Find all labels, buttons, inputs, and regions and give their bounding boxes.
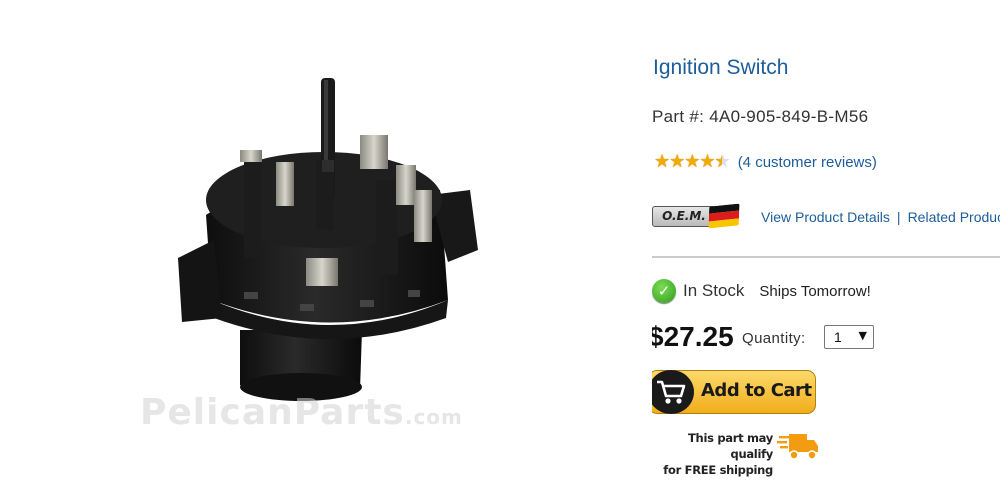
watermark-domain: .com [404,405,463,429]
part-number: Part #: 4A0-905-849-B-M56 [652,107,869,126]
divider [652,256,1000,258]
in-stock-label: In Stock [683,281,745,300]
free-shipping-text: This part may qualify for FREE shipping [657,430,773,478]
select-arrow-icon: ▼ [858,329,867,342]
quantity-label: Quantity: [742,330,806,347]
price: $27.25 [652,321,734,352]
link-separator: | [896,209,901,225]
product-links: View Product Details | Related Products [761,209,1000,225]
oem-label: O.E.M. [652,206,716,227]
product-title: Ignition Switch [653,56,789,79]
shipping-truck-icon [777,434,818,460]
related-products-link[interactable]: Related Products [908,209,1000,225]
add-to-cart-label: Add to Cart [701,380,812,401]
rating-row: ★★★★★ ★★★★★ (4 customer reviews) [654,152,877,172]
shopping-cart-icon [652,370,694,414]
watermark: PelicanParts.com [140,392,463,433]
view-product-details-link[interactable]: View Product Details [761,209,890,225]
oem-german-flag-icon [708,203,740,229]
free-shipping-line2: for FREE shipping [663,463,773,477]
quantity-select[interactable]: 1 ▼ [824,325,874,349]
product-image[interactable]: PelicanParts.com [0,0,610,491]
watermark-name: PelicanParts [140,392,405,433]
stock-status-row: ✓ In Stock Ships Tomorrow! [652,279,871,303]
oem-badge: O.E.M. [652,203,740,229]
add-to-cart-button[interactable]: Add to Cart [652,370,816,414]
free-shipping-line1: This part may qualify [688,431,773,461]
product-info-panel: Ignition Switch Part #: 4A0-905-849-B-M5… [652,0,1000,491]
quantity-value: 1 [834,329,842,345]
star-rating-icon: ★★★★★ ★★★★★ [654,151,731,172]
ships-tomorrow-label: Ships Tomorrow! [759,282,871,300]
in-stock-check-icon: ✓ [652,279,676,303]
free-shipping-note: This part may qualify for FREE shipping [657,430,818,477]
customer-reviews-link[interactable]: (4 customer reviews) [738,154,877,171]
